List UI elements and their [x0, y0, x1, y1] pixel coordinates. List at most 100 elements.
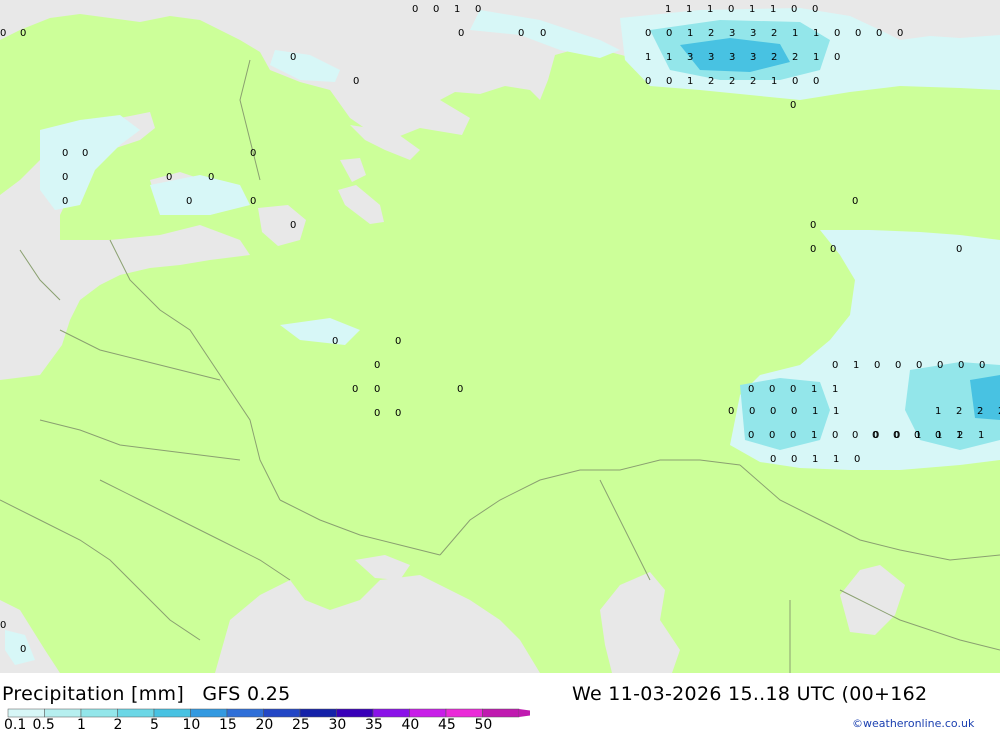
precip-value: 0: [518, 28, 524, 39]
scale-label: 25: [292, 717, 310, 733]
scale-swatch: [445, 708, 483, 718]
scale-swatch: [226, 708, 264, 718]
precip-value: 2: [956, 406, 962, 417]
precip-value: 1: [454, 4, 460, 15]
precip-value: 3: [708, 52, 714, 63]
map-footer: Precipitation [mm] GFS 0.25 We 11-03-202…: [0, 673, 1000, 733]
scale-label: 50: [474, 717, 493, 733]
precip-value: 0: [876, 28, 882, 39]
precip-value: 0: [791, 4, 797, 15]
scale-swatch: [44, 708, 82, 718]
precip-value: 0: [186, 196, 192, 207]
precip-value: 0: [813, 76, 819, 87]
precip-value: 0: [894, 430, 900, 441]
precip-value: 2: [708, 76, 714, 87]
precip-value: 0: [475, 4, 481, 15]
precip-value: 0: [374, 384, 380, 395]
precip-value: 0: [290, 52, 296, 63]
precip-value: 1: [707, 4, 713, 15]
precip-value: 1: [665, 4, 671, 15]
precip-value: 1: [812, 454, 818, 465]
precip-value: 0: [728, 4, 734, 15]
precip-value: 2: [750, 76, 756, 87]
precip-value: 0: [457, 384, 463, 395]
precip-value: 1: [915, 430, 921, 441]
precip-value: 0: [830, 244, 836, 255]
precip-value: 3: [750, 52, 756, 63]
scale-swatch: [80, 708, 118, 718]
precip-value: 0: [166, 172, 172, 183]
precip-value: 2: [977, 406, 983, 417]
precip-value: 0: [62, 196, 68, 207]
precip-value: 0: [790, 384, 796, 395]
precip-value: 1: [687, 28, 693, 39]
precip-value: 0: [810, 220, 816, 231]
product-label: Precipitation [mm]: [2, 683, 185, 705]
scale-swatch: [117, 708, 155, 718]
precip-value: 0: [62, 172, 68, 183]
precip-value: 1: [811, 430, 817, 441]
scale-swatch: [153, 708, 191, 718]
precip-value: 0: [666, 76, 672, 87]
precip-value: 0: [250, 148, 256, 159]
precip-value: 0: [458, 28, 464, 39]
precip-value: 0: [937, 360, 943, 371]
precip-value: 0: [855, 28, 861, 39]
precip-value: 0: [979, 360, 985, 371]
precip-value: 0: [832, 430, 838, 441]
precip-value: 0: [374, 408, 380, 419]
precip-value: 2: [771, 52, 777, 63]
precip-value: 2: [957, 430, 963, 441]
scale-label: 0.1: [4, 717, 27, 733]
scale-swatch: [263, 708, 301, 718]
precip-value: 1: [666, 52, 672, 63]
precip-value: 3: [687, 52, 693, 63]
precip-value: 0: [834, 28, 840, 39]
precip-value: 0: [433, 4, 439, 15]
precip-value: 0: [790, 100, 796, 111]
precip-value: 0: [854, 454, 860, 465]
precip-value: 3: [729, 52, 735, 63]
precip-value: 2: [729, 76, 735, 87]
precip-value: 0: [810, 244, 816, 255]
precip-value: 1: [853, 360, 859, 371]
precip-value: 0: [791, 454, 797, 465]
scale-label: 30: [328, 717, 347, 733]
precip-value: 0: [0, 28, 6, 39]
scale-label: 45: [438, 717, 456, 733]
precip-value: 0: [748, 384, 754, 395]
precip-value: 0: [834, 52, 840, 63]
precip-value: 0: [873, 430, 879, 441]
precip-value: 1: [833, 406, 839, 417]
precip-value: 0: [769, 430, 775, 441]
precip-value: 1: [978, 430, 984, 441]
precip-value: 0: [395, 408, 401, 419]
precip-value: 1: [833, 454, 839, 465]
credit-link[interactable]: ©weatheronline.co.uk: [852, 717, 974, 730]
scale-label: 1: [77, 717, 86, 733]
precip-value: 0: [374, 360, 380, 371]
precip-value: 0: [874, 360, 880, 371]
precip-value: 2: [792, 52, 798, 63]
precip-value: 1: [770, 4, 776, 15]
precip-value: 0: [20, 28, 26, 39]
precip-value: 0: [208, 172, 214, 183]
scale-swatch: [190, 708, 228, 718]
precip-value: 2: [771, 28, 777, 39]
precip-value: 0: [916, 360, 922, 371]
map-title: Precipitation [mm] GFS 0.25: [2, 683, 291, 705]
precip-value: 0: [0, 620, 6, 631]
precip-value: 0: [666, 28, 672, 39]
scale-swatch: [7, 708, 45, 718]
precip-value: 0: [352, 384, 358, 395]
precip-east-core: [970, 375, 1000, 420]
precip-value: 1: [771, 76, 777, 87]
precip-value: 3: [729, 28, 735, 39]
precip-value: 2: [708, 28, 714, 39]
precip-value: 0: [770, 406, 776, 417]
scale-label: 35: [365, 717, 383, 733]
precip-value: 0: [769, 384, 775, 395]
precip-value: 1: [832, 384, 838, 395]
precip-value: 0: [790, 430, 796, 441]
precip-value: 0: [82, 148, 88, 159]
